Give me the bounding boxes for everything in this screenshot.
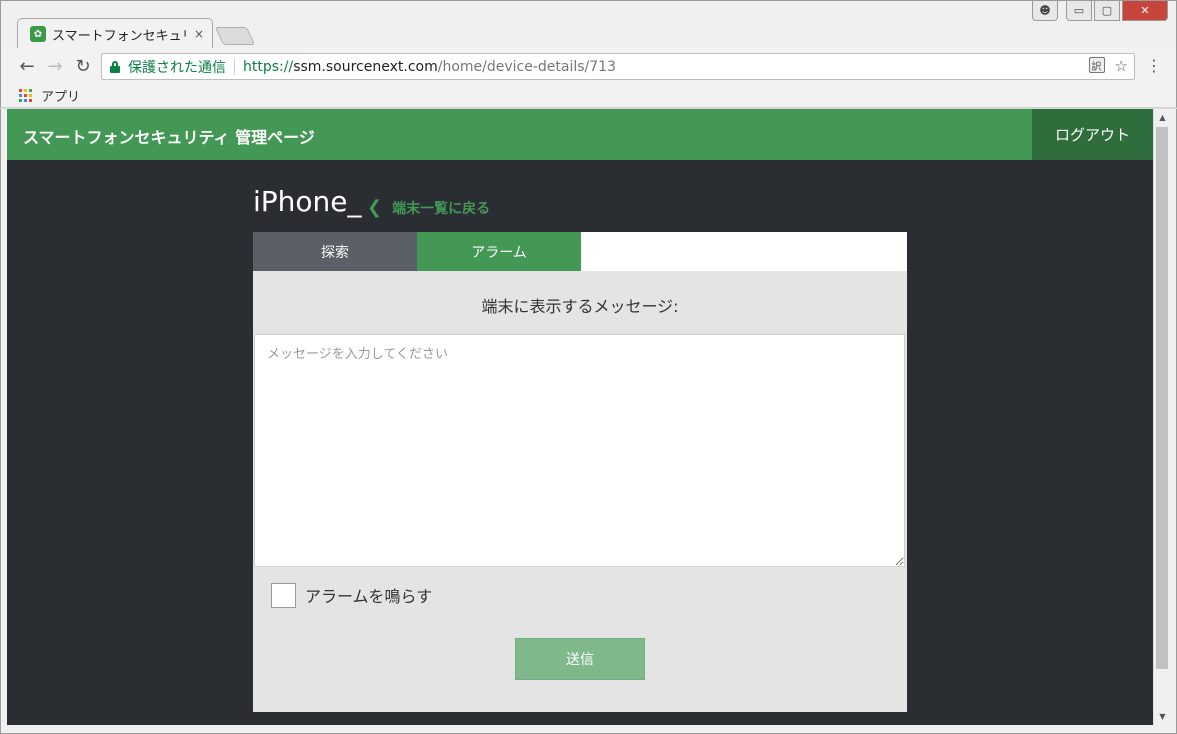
app-title: スマートフォンセキュリティ 管理ページ (23, 128, 315, 147)
back-arrow-icon[interactable]: ← (13, 52, 41, 80)
kebab-menu-icon[interactable]: ⋮ (1146, 56, 1162, 75)
window-frame (1170, 109, 1177, 725)
url-path: /home/device-details/713 (437, 58, 616, 75)
send-button[interactable]: 送信 (515, 638, 645, 680)
page-viewport: スマートフォンセキュリティ 管理ページ ログアウト iPhone_ ❮ 端末一覧… (7, 109, 1153, 725)
app-header: スマートフォンセキュリティ 管理ページ ログアウト (7, 109, 1153, 160)
alarm-checkbox-label[interactable]: アラームを鳴らす (305, 583, 432, 607)
window-frame (0, 725, 1177, 734)
url-host: ssm.sourcenext.com (293, 58, 438, 75)
tab-bar: 探索 アラーム (253, 232, 907, 271)
address-bar[interactable]: 保護された通信 https://ssm.sourcenext.com/home/… (101, 53, 1135, 80)
scroll-down-icon[interactable]: ▼ (1154, 708, 1171, 725)
minimize-button[interactable]: ▭ (1066, 1, 1092, 21)
window-frame (0, 109, 7, 725)
translate-icon[interactable]: 訳 (1088, 57, 1105, 73)
chevron-left-icon: ❮ (367, 197, 383, 218)
reload-icon[interactable]: ↻ (69, 52, 97, 80)
window-controls: ☻ ▭ ▢ ✕ (1032, 1, 1168, 21)
tab-search[interactable]: 探索 (253, 232, 417, 271)
page-scrollbar[interactable]: ▲ ▼ (1153, 109, 1170, 725)
tab-title: スマートフォンセキュリテ (52, 28, 186, 44)
back-to-list-link[interactable]: ❮ 端末一覧に戻る (367, 197, 490, 218)
browser-titlebar: ✿ スマートフォンセキュリテ × ☻ ▭ ▢ ✕ (0, 0, 1177, 49)
forward-arrow-icon[interactable]: → (41, 52, 69, 80)
device-panel: 探索 アラーム 端末に表示するメッセージ: アラームを鳴らす 送信 (253, 232, 907, 712)
new-tab-button[interactable] (214, 27, 256, 45)
url-scheme: https:// (243, 58, 294, 75)
device-name: iPhone_ (253, 185, 362, 218)
secure-connection-label: 保護された通信 (128, 59, 226, 76)
scroll-up-icon[interactable]: ▲ (1154, 109, 1171, 126)
bookmarks-bar: アプリ (0, 84, 1177, 108)
close-window-button[interactable]: ✕ (1122, 1, 1168, 21)
tab-alarm[interactable]: アラーム (417, 232, 581, 271)
star-icon[interactable]: ☆ (1115, 57, 1128, 75)
shield-icon: ✿ (30, 26, 46, 42)
divider (234, 58, 235, 75)
back-link-label: 端末一覧に戻る (392, 200, 491, 217)
maximize-button[interactable]: ▢ (1094, 1, 1120, 21)
user-profile-icon[interactable]: ☻ (1032, 1, 1058, 21)
logout-button[interactable]: ログアウト (1032, 109, 1153, 160)
close-tab-icon[interactable]: × (194, 27, 204, 41)
omnibox-actions: 訳 ☆ (1088, 57, 1128, 75)
browser-toolbar: ← → ↻ 保護された通信 https://ssm.sourcenext.com… (0, 48, 1177, 84)
message-input[interactable] (254, 334, 905, 567)
message-label: 端末に表示するメッセージ: (481, 297, 679, 316)
bookmark-apps[interactable]: アプリ (41, 86, 80, 105)
lock-icon (110, 61, 120, 73)
scroll-thumb[interactable] (1156, 127, 1168, 669)
apps-grid-icon[interactable] (19, 88, 33, 103)
alarm-checkbox[interactable] (271, 583, 296, 608)
browser-tab[interactable]: ✿ スマートフォンセキュリテ × (17, 18, 213, 49)
